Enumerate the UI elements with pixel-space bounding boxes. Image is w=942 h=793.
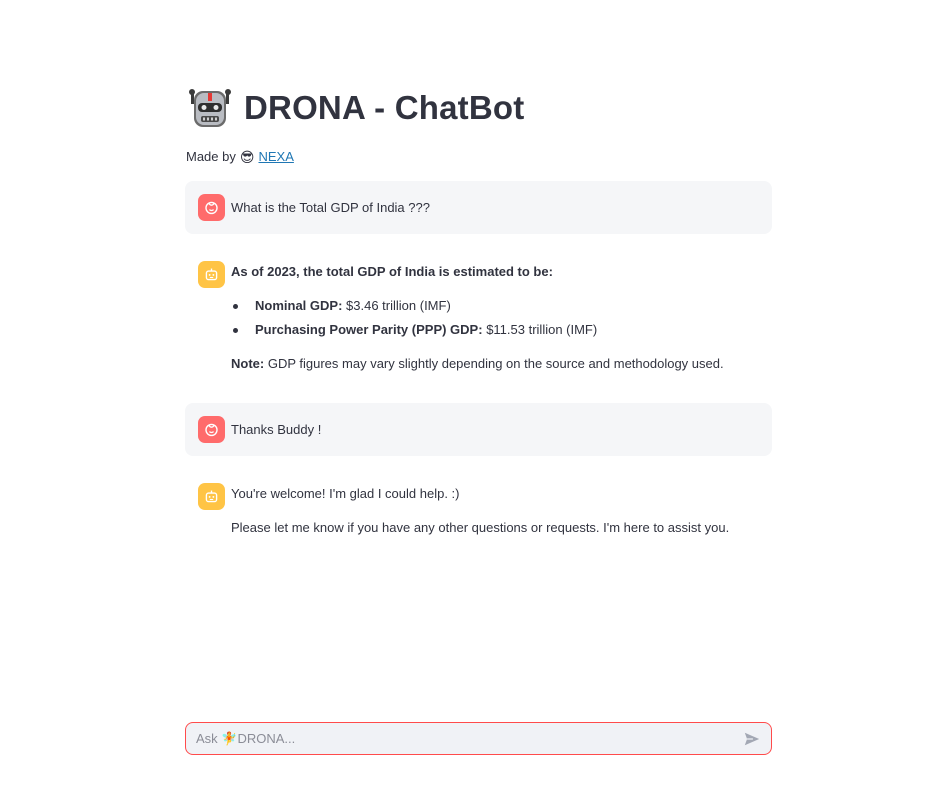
page-title: DRONA - ChatBot xyxy=(244,89,525,126)
made-by-line: Made by 😎 NEXA xyxy=(186,149,294,164)
user-face-icon xyxy=(205,423,218,437)
message-body: As of 2023, the total GDP of India is es… xyxy=(231,246,772,373)
user-avatar xyxy=(198,194,225,221)
user-face-icon xyxy=(205,201,218,215)
chat-message-user: Thanks Buddy ! xyxy=(185,403,772,456)
made-by-prefix: Made by xyxy=(186,149,236,164)
message-text: Thanks Buddy ! xyxy=(231,422,322,437)
message-note: Note: GDP figures may vary slightly depe… xyxy=(231,356,724,371)
nexa-link[interactable]: NEXA xyxy=(258,149,293,164)
chat-page: DRONA - ChatBot Made by 😎 NEXA What is t… xyxy=(0,0,942,793)
message-body: You're welcome! I'm glad I could help. :… xyxy=(231,468,772,537)
bot-avatar xyxy=(198,261,225,288)
message-intro: As of 2023, the total GDP of India is es… xyxy=(231,264,553,279)
sunglasses-emoji-icon: 😎 xyxy=(239,148,255,165)
message-line: You're welcome! I'm glad I could help. :… xyxy=(231,486,460,501)
list-item: Purchasing Power Parity (PPP) GDP: $11.5… xyxy=(231,321,772,339)
send-arrow-icon xyxy=(744,732,760,745)
message-line: Please let me know if you have any other… xyxy=(231,520,730,535)
page-header: DRONA - ChatBot xyxy=(188,86,524,130)
chat-input[interactable] xyxy=(194,730,741,747)
robot-face-icon xyxy=(205,490,218,503)
gdp-list: Nominal GDP: $3.46 trillion (IMF) Purcha… xyxy=(231,297,772,339)
robot-face-icon xyxy=(205,268,218,281)
chat-message-assistant: You're welcome! I'm glad I could help. :… xyxy=(185,468,772,548)
send-button[interactable] xyxy=(741,728,763,750)
robot-logo-icon xyxy=(189,89,231,127)
chat-input-container xyxy=(185,722,772,755)
user-avatar xyxy=(198,416,225,443)
list-item: Nominal GDP: $3.46 trillion (IMF) xyxy=(231,297,772,315)
chat-message-assistant: As of 2023, the total GDP of India is es… xyxy=(185,246,772,386)
message-text: What is the Total GDP of India ??? xyxy=(231,200,430,215)
bot-avatar xyxy=(198,483,225,510)
chat-message-user: What is the Total GDP of India ??? xyxy=(185,181,772,234)
